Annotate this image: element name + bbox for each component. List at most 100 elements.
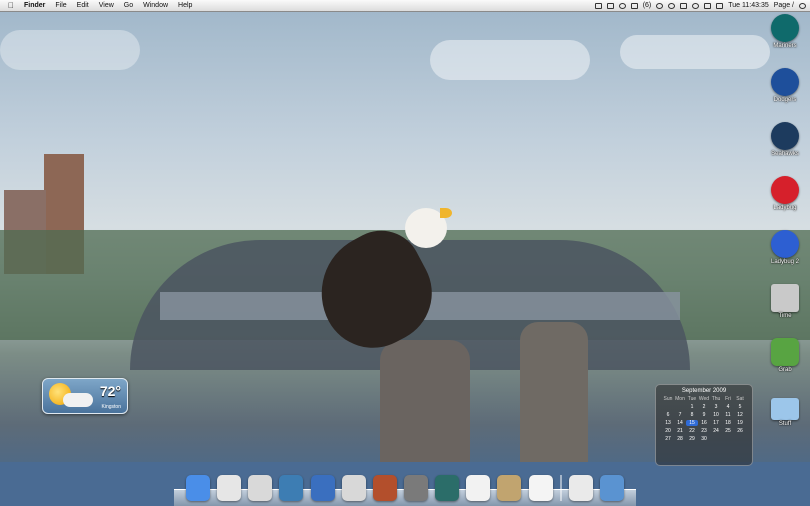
dock-photo-browser-icon[interactable] — [372, 475, 397, 501]
info-status-icon[interactable] — [618, 2, 626, 9]
calendar-day[interactable]: 28 — [674, 436, 686, 442]
menu-go[interactable]: Go — [124, 2, 133, 9]
desktop-icon-label: Mariners — [773, 43, 797, 49]
bluetooth-status-icon[interactable] — [680, 2, 688, 9]
hard-drive-icon — [771, 284, 799, 312]
wallpaper-cloud — [620, 35, 770, 69]
dock-utilities-icon[interactable] — [497, 475, 522, 501]
calendar-day[interactable]: 1 — [686, 404, 698, 410]
sync-status-icon[interactable] — [656, 2, 664, 9]
calendar-day[interactable]: 29 — [686, 436, 698, 442]
dock-document-icon[interactable] — [528, 475, 553, 501]
calendar-day[interactable]: 3 — [710, 404, 722, 410]
calendar-day[interactable]: 2 — [698, 404, 710, 410]
dock-safari-icon[interactable] — [217, 475, 242, 501]
menu-clock[interactable]: Tue 11:43:35 — [728, 2, 768, 9]
calendar-day[interactable]: 5 — [734, 404, 746, 410]
menu-edit[interactable]: Edit — [77, 2, 89, 9]
flag-status-icon[interactable] — [716, 2, 724, 9]
calendar-day[interactable]: 18 — [722, 420, 734, 426]
desktop-icon-ladybug-2[interactable]: Ladybug 2 — [762, 230, 808, 265]
weather-location: Kingston — [101, 404, 121, 410]
calendar-day[interactable] — [674, 404, 686, 410]
battery-status-text[interactable]: (6) — [643, 2, 652, 9]
calendar-day[interactable]: 4 — [722, 404, 734, 410]
menu-help[interactable]: Help — [178, 2, 192, 9]
dock-finder-icon[interactable] — [186, 475, 210, 501]
menu-file[interactable]: File — [55, 2, 66, 9]
calendar-weekday: Sat — [736, 396, 744, 402]
apple-menu-icon[interactable]:  — [6, 1, 16, 10]
calendar-day[interactable]: 17 — [710, 420, 722, 426]
dock-folder-stack-icon[interactable] — [568, 475, 593, 501]
wifi-status-icon[interactable] — [692, 2, 700, 9]
dock-time-machine-icon[interactable] — [435, 475, 460, 501]
desktop-icon-time[interactable]: Time — [762, 284, 808, 319]
desktop-icon-ladybug[interactable]: Ladybug — [762, 176, 808, 211]
desktop-icon-label: Stuff — [778, 421, 792, 427]
calendar-weekday: Wed — [698, 396, 710, 402]
calendar-day[interactable]: 27 — [662, 436, 674, 442]
wallpaper-cloud — [0, 30, 140, 70]
menu-view[interactable]: View — [99, 2, 114, 9]
desktop-icon-mariners[interactable]: Mariners — [762, 14, 808, 49]
calendar-day[interactable] — [734, 436, 746, 442]
calendar-day[interactable]: 22 — [686, 428, 698, 434]
desktop-icon-seahawks[interactable]: Seahawks — [762, 122, 808, 157]
dock-ical-icon[interactable] — [466, 475, 491, 501]
calendar-day[interactable]: 30 — [698, 436, 710, 442]
calendar-weekday: Mon — [675, 396, 685, 402]
weather-widget[interactable]: 72° Kingston — [42, 378, 128, 414]
desktop-icon-label: Time — [778, 313, 792, 319]
page-status-text[interactable]: Page / — [774, 2, 794, 9]
menu-app-name[interactable]: Finder — [24, 2, 45, 9]
calendar-day[interactable]: 16 — [698, 420, 710, 426]
dock-separator — [559, 475, 562, 501]
calendar-day[interactable]: 14 — [674, 420, 686, 426]
calendar-day[interactable]: 21 — [674, 428, 686, 434]
calendar-day[interactable]: 13 — [662, 420, 674, 426]
calendar-day[interactable]: 7 — [674, 412, 686, 418]
calendar-day[interactable]: 10 — [710, 412, 722, 418]
monitor-status-icon[interactable] — [606, 2, 614, 9]
calendar-day[interactable] — [710, 436, 722, 442]
volume-status-icon[interactable] — [704, 2, 712, 9]
menu-window[interactable]: Window — [143, 2, 168, 9]
calendar-day[interactable]: 19 — [734, 420, 746, 426]
folder-icon — [771, 398, 799, 420]
calendar-day[interactable]: 25 — [722, 428, 734, 434]
spotlight-icon[interactable] — [799, 2, 806, 9]
desktop-icon-label: Seahawks — [771, 151, 799, 157]
eject-status-icon[interactable] — [630, 2, 638, 9]
dock-pencil-icon[interactable] — [310, 475, 335, 501]
calendar-day[interactable]: 20 — [662, 428, 674, 434]
dock-mail-icon[interactable] — [248, 475, 273, 501]
calendar-day[interactable] — [662, 404, 674, 410]
dock-network-utility-icon[interactable] — [403, 475, 428, 501]
mail-status-icon[interactable] — [594, 2, 602, 9]
calendar-day[interactable]: 11 — [722, 412, 734, 418]
calendar-weekday: Sun — [663, 396, 673, 402]
calendar-day[interactable]: 9 — [698, 412, 710, 418]
calendar-day[interactable]: 12 — [734, 412, 746, 418]
calendar-widget[interactable]: September 2009 Sun Mon Tue Wed Thu Fri Sat 1 2 3 4… — [655, 384, 753, 466]
calendar-day[interactable]: 23 — [698, 428, 710, 434]
calendar-day[interactable]: 15 — [686, 420, 698, 426]
menu-extras: (6) Tue 11:43:35 Page / — [594, 0, 806, 11]
calendar-day[interactable] — [722, 436, 734, 442]
dock — [174, 466, 636, 506]
desktop-icon-dodgers[interactable]: Dodgers — [762, 68, 808, 103]
dock-iphoto-icon[interactable] — [279, 475, 304, 501]
calendar-day[interactable]: 24 — [710, 428, 722, 434]
calendar-day[interactable]: 6 — [662, 412, 674, 418]
cloud-icon — [63, 393, 93, 407]
calendar-day[interactable]: 26 — [734, 428, 746, 434]
desktop-icon-grab[interactable]: Grab — [762, 338, 808, 373]
dock-textedit-icon[interactable] — [341, 475, 366, 501]
dock-trash-icon[interactable] — [599, 475, 624, 501]
calendar-day[interactable]: 8 — [686, 412, 698, 418]
time-machine-status-icon[interactable] — [668, 2, 676, 9]
desktop-icon-stuff[interactable]: Stuff — [762, 392, 808, 427]
dodgers-icon — [771, 68, 799, 96]
desktop-icon-label: Dodgers — [773, 97, 797, 103]
